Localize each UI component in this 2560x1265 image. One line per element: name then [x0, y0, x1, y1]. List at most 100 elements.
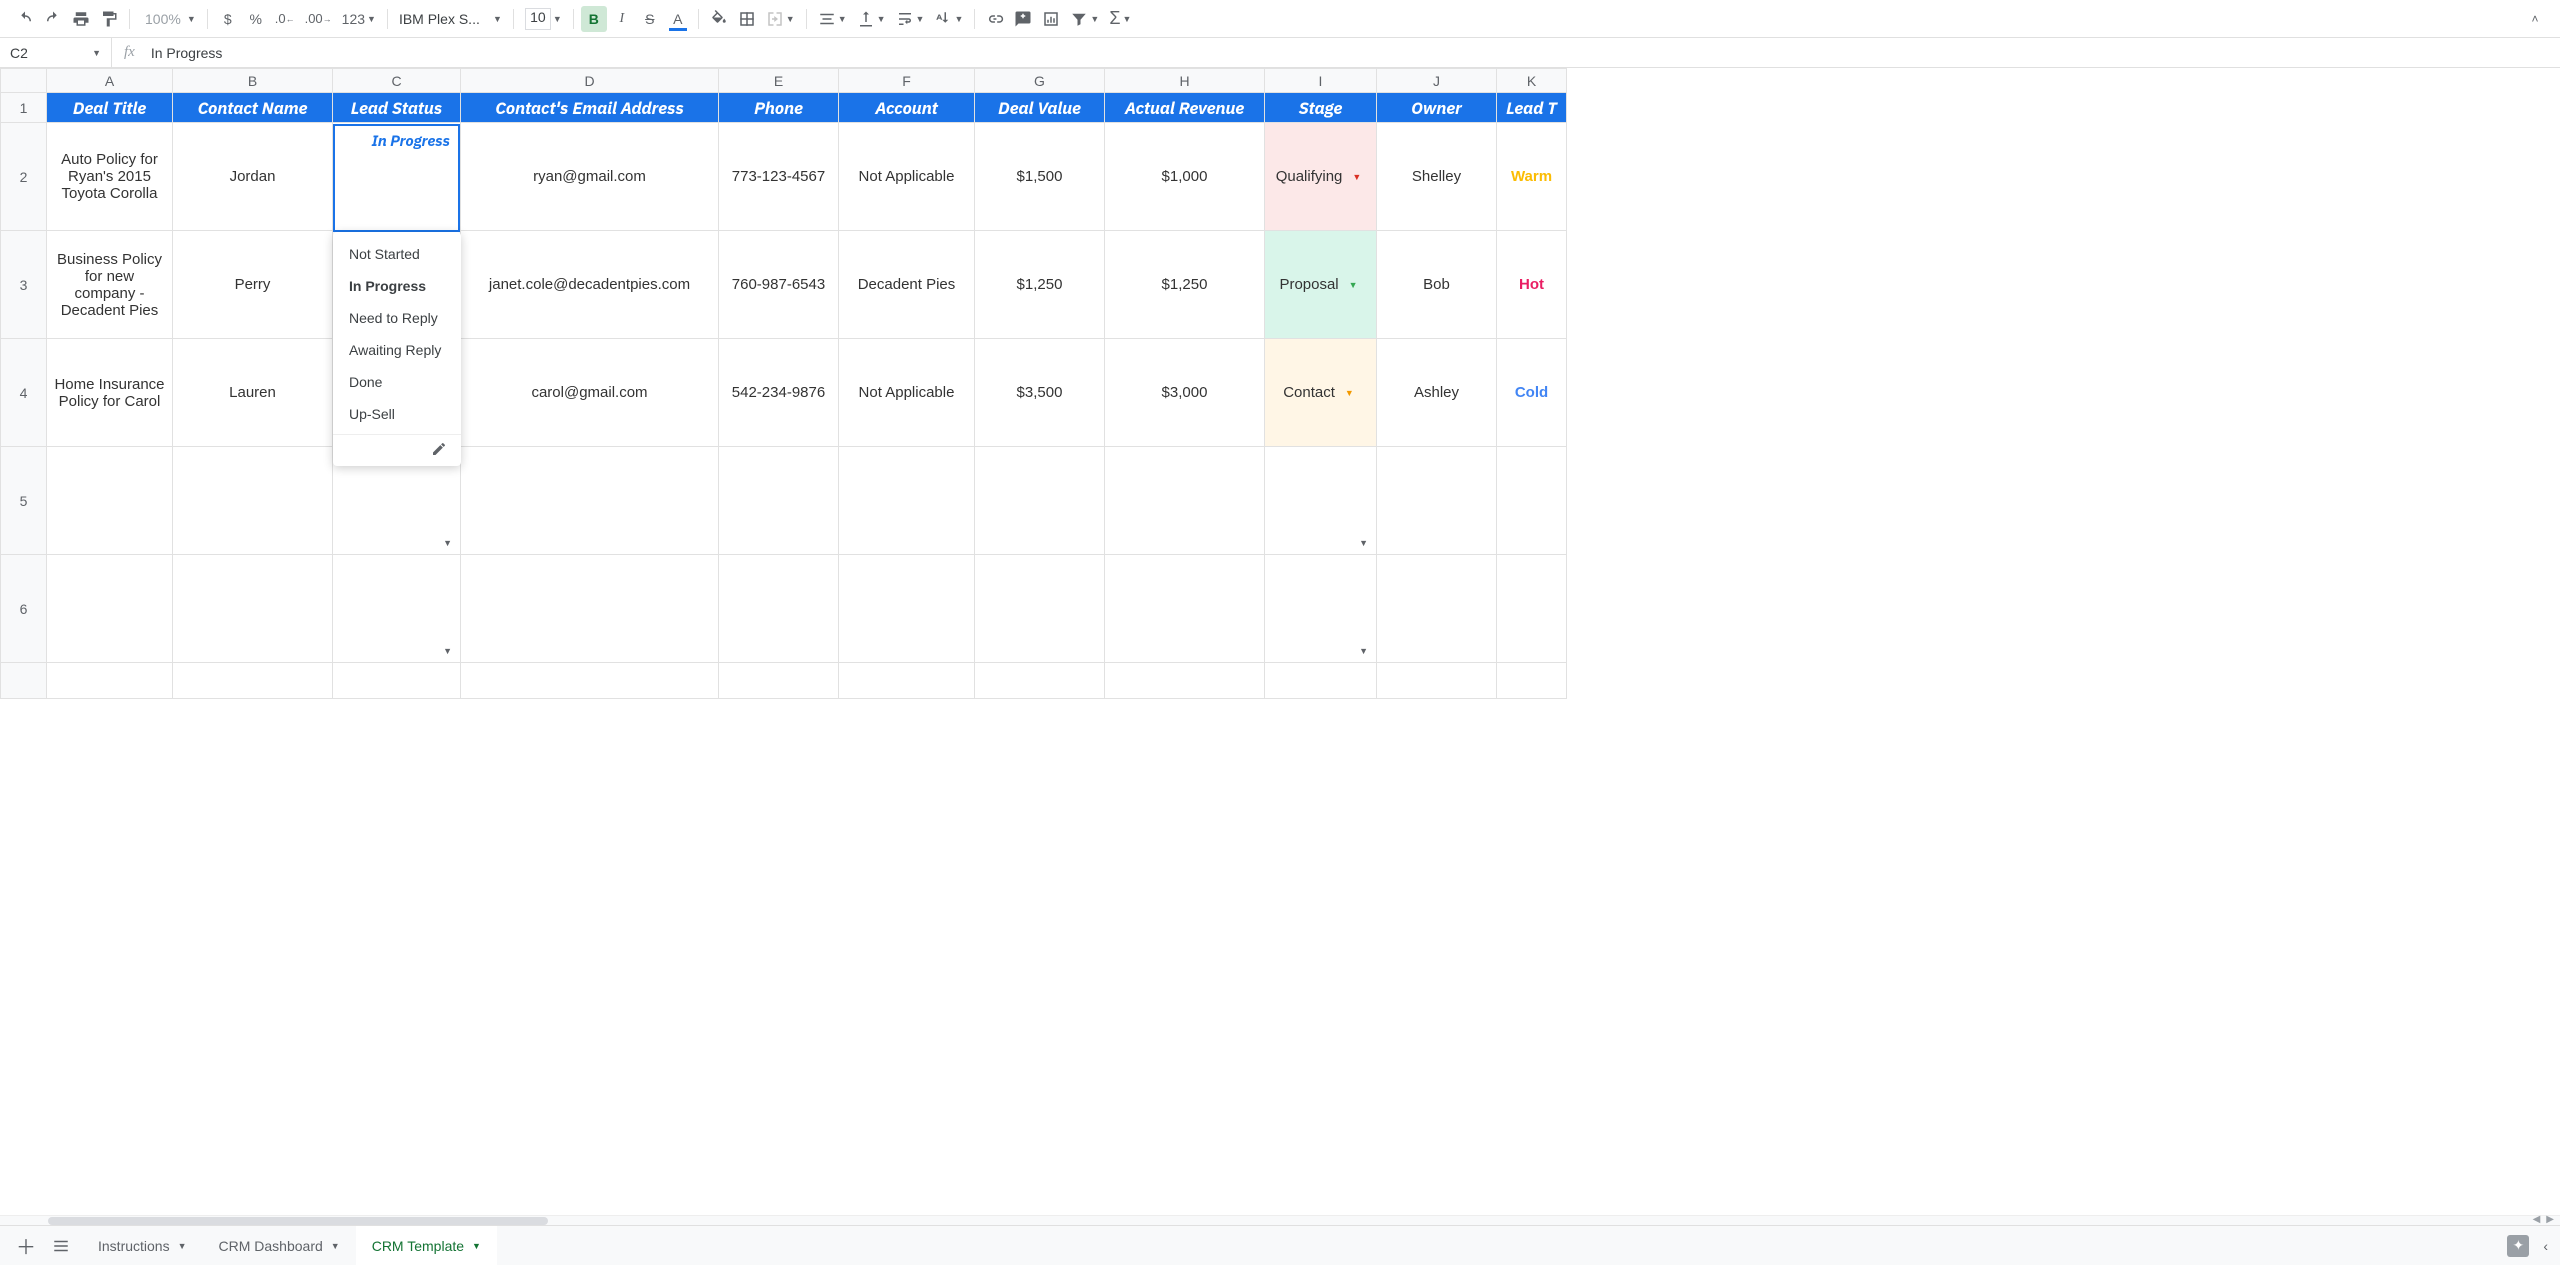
cell-lead-temp[interactable]: Cold: [1497, 339, 1567, 447]
horizontal-align-button[interactable]: ▼: [814, 6, 851, 32]
insert-chart-button[interactable]: [1038, 6, 1064, 32]
functions-button[interactable]: Σ ▼: [1105, 6, 1135, 32]
increase-decimal-button[interactable]: .00→: [301, 6, 336, 32]
text-wrap-button[interactable]: ▼: [892, 6, 929, 32]
edit-validation-button[interactable]: [333, 434, 461, 460]
formula-bar[interactable]: In Progress: [147, 45, 2560, 61]
header-cell[interactable]: Lead Status: [333, 93, 461, 123]
col-header[interactable]: E: [719, 69, 839, 93]
cell-stage[interactable]: Qualifying▼: [1265, 123, 1377, 231]
dropdown-option[interactable]: Need to Reply: [333, 302, 461, 334]
cell-deal-value[interactable]: $1,500: [975, 123, 1105, 231]
filter-button[interactable]: ▼: [1066, 6, 1103, 32]
spreadsheet-grid[interactable]: A B C D E F G H I J K 1 Deal Title Conta…: [0, 68, 2560, 1225]
header-cell[interactable]: Stage: [1265, 93, 1377, 123]
number-format-select[interactable]: 123 ▼: [338, 6, 380, 32]
currency-button[interactable]: $: [215, 6, 241, 32]
vertical-align-button[interactable]: ▼: [853, 6, 890, 32]
header-cell[interactable]: Contact Name: [173, 93, 333, 123]
table-row[interactable]: [1, 663, 1567, 699]
italic-button[interactable]: I: [609, 6, 635, 32]
cell-actual-revenue[interactable]: $1,250: [1105, 231, 1265, 339]
table-row[interactable]: 3 Business Policy for new company - Deca…: [1, 231, 1567, 339]
cell-account[interactable]: Decadent Pies: [839, 231, 975, 339]
col-header[interactable]: A: [47, 69, 173, 93]
cell-deal-title[interactable]: Business Policy for new company - Decade…: [47, 231, 173, 339]
cell-email[interactable]: carol@gmail.com: [461, 339, 719, 447]
dropdown-option[interactable]: Not Started: [333, 238, 461, 270]
row-header[interactable]: 2: [1, 123, 47, 231]
header-cell[interactable]: Account: [839, 93, 975, 123]
cell-phone[interactable]: 760-987-6543: [719, 231, 839, 339]
cell-actual-revenue[interactable]: $3,000: [1105, 339, 1265, 447]
cell-owner[interactable]: Shelley: [1377, 123, 1497, 231]
font-family-select[interactable]: IBM Plex S... ▼: [395, 6, 506, 32]
sheet-tab[interactable]: Instructions ▼: [82, 1226, 203, 1265]
cell-owner[interactable]: Ashley: [1377, 339, 1497, 447]
dropdown-caret-icon[interactable]: ▼: [443, 538, 452, 548]
side-panel-toggle[interactable]: ‹: [2543, 1238, 2548, 1254]
collapse-toolbar-button[interactable]: ˄: [2522, 6, 2548, 32]
text-rotation-button[interactable]: ▼: [930, 6, 967, 32]
insert-comment-button[interactable]: [1010, 6, 1036, 32]
row-header[interactable]: 1: [1, 93, 47, 123]
explore-button[interactable]: ✦: [2507, 1235, 2529, 1257]
header-cell[interactable]: Deal Value: [975, 93, 1105, 123]
zoom-select[interactable]: 100% ▼: [137, 6, 200, 32]
strikethrough-button[interactable]: S: [637, 6, 663, 32]
dropdown-caret-icon[interactable]: ▼: [443, 646, 452, 656]
col-header[interactable]: G: [975, 69, 1105, 93]
cell-stage[interactable]: Contact▼: [1265, 339, 1377, 447]
col-header[interactable]: K: [1497, 69, 1567, 93]
table-row[interactable]: 5 ▼ ▼: [1, 447, 1567, 555]
dropdown-option[interactable]: Up-Sell: [333, 398, 461, 430]
cell-deal-title[interactable]: Home Insurance Policy for Carol: [47, 339, 173, 447]
scrollbar-thumb[interactable]: [48, 1217, 548, 1225]
header-cell[interactable]: Owner: [1377, 93, 1497, 123]
header-cell[interactable]: Contact's Email Address: [461, 93, 719, 123]
active-cell[interactable]: In Progress: [333, 124, 460, 232]
text-color-button[interactable]: A: [665, 6, 691, 32]
row-header[interactable]: 3: [1, 231, 47, 339]
cell-email[interactable]: ryan@gmail.com: [461, 123, 719, 231]
col-header[interactable]: H: [1105, 69, 1265, 93]
dropdown-option[interactable]: In Progress: [333, 270, 461, 302]
dropdown-option[interactable]: Awaiting Reply: [333, 334, 461, 366]
cell-owner[interactable]: Bob: [1377, 231, 1497, 339]
header-cell[interactable]: Deal Title: [47, 93, 173, 123]
fill-color-button[interactable]: [706, 6, 732, 32]
cell-actual-revenue[interactable]: $1,000: [1105, 123, 1265, 231]
decrease-decimal-button[interactable]: .0←: [271, 6, 299, 32]
header-cell[interactable]: Actual Revenue: [1105, 93, 1265, 123]
name-box[interactable]: C2 ▼: [0, 38, 112, 67]
print-button[interactable]: [68, 6, 94, 32]
cell-lead-temp[interactable]: Warm: [1497, 123, 1567, 231]
col-header[interactable]: C: [333, 69, 461, 93]
scroll-left-icon[interactable]: ◀: [2533, 1214, 2541, 1225]
header-cell[interactable]: Phone: [719, 93, 839, 123]
cell-phone[interactable]: 542-234-9876: [719, 339, 839, 447]
scroll-right-icon[interactable]: ▶: [2546, 1214, 2554, 1225]
header-cell[interactable]: Lead T: [1497, 93, 1567, 123]
col-header[interactable]: F: [839, 69, 975, 93]
row-header[interactable]: 6: [1, 555, 47, 663]
select-all-corner[interactable]: [1, 69, 47, 93]
cell-contact[interactable]: Perry: [173, 231, 333, 339]
dropdown-caret-icon[interactable]: ▼: [1359, 538, 1368, 548]
table-row[interactable]: 4 Home Insurance Policy for Carol Lauren…: [1, 339, 1567, 447]
sheet-tab[interactable]: CRM Dashboard ▼: [203, 1226, 356, 1265]
merge-cells-button[interactable]: ▼: [762, 6, 799, 32]
row-header[interactable]: [1, 663, 47, 699]
dropdown-option[interactable]: Done: [333, 366, 461, 398]
insert-link-button[interactable]: [982, 6, 1008, 32]
table-row[interactable]: 2 Auto Policy for Ryan's 2015 Toyota Cor…: [1, 123, 1567, 231]
cell-lead-temp[interactable]: Hot: [1497, 231, 1567, 339]
col-header[interactable]: I: [1265, 69, 1377, 93]
borders-button[interactable]: [734, 6, 760, 32]
cell-contact[interactable]: Jordan: [173, 123, 333, 231]
cell-deal-title[interactable]: Auto Policy for Ryan's 2015 Toyota Corol…: [47, 123, 173, 231]
col-header[interactable]: D: [461, 69, 719, 93]
cell-contact[interactable]: Lauren: [173, 339, 333, 447]
row-header[interactable]: 5: [1, 447, 47, 555]
all-sheets-button[interactable]: [48, 1233, 74, 1259]
